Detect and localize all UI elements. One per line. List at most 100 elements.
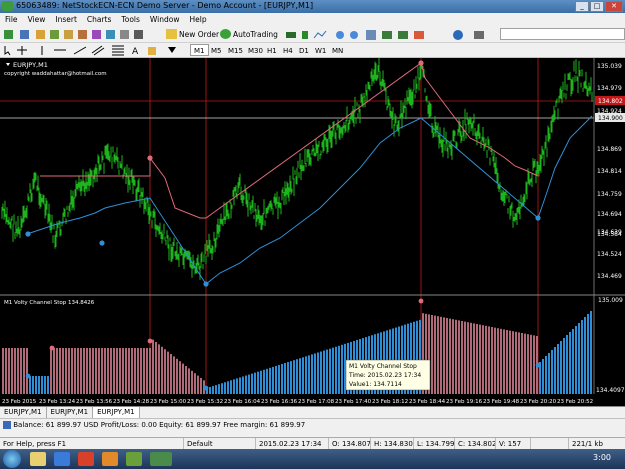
menu-view[interactable]: View	[23, 15, 51, 24]
chart-tab-1[interactable]: EURJPY,M1	[0, 407, 47, 418]
histogram-bar	[191, 370, 193, 394]
minimize-button[interactable]: _	[575, 1, 589, 12]
profiles-icon	[20, 30, 29, 39]
chart-tab-2[interactable]: EURJPY,M1	[47, 407, 94, 418]
histogram-bar	[101, 348, 103, 394]
histogram-bar	[572, 329, 574, 394]
autotrading-icon	[220, 29, 231, 39]
histogram-bar	[482, 325, 484, 394]
timeframe-m1[interactable]: M1	[190, 44, 209, 56]
histogram-bar	[320, 351, 322, 394]
histogram-bar	[245, 375, 247, 394]
histogram-bar	[293, 360, 295, 394]
menu-help[interactable]: Help	[184, 15, 211, 24]
histogram-bar	[161, 346, 163, 394]
indicator-label: M1 Volty Channel Stop 134.8426	[4, 300, 95, 306]
ie-taskbar-icon[interactable]	[54, 452, 70, 466]
timeframe-m5[interactable]: M5	[207, 44, 226, 56]
tile-windows-icon	[366, 30, 376, 40]
chart-window[interactable]: EURJPY,M1 copyright waddahattar@hotmail.…	[0, 58, 625, 406]
histogram-bar	[329, 348, 331, 394]
histogram-bar	[587, 314, 589, 394]
arrows-icon	[168, 47, 176, 53]
histogram-bar	[131, 348, 133, 394]
histogram-bar	[233, 379, 235, 394]
histogram-bar	[323, 350, 325, 394]
standard-toolbar: New Order AutoTrading	[0, 26, 625, 43]
histogram-bar	[263, 369, 265, 394]
histogram-bar	[494, 327, 496, 394]
price-label: 134.694	[597, 211, 622, 218]
histogram-bar	[119, 348, 121, 394]
fibonacci-icon	[112, 45, 124, 56]
time-label: 23 Feb 20:20	[520, 399, 557, 405]
close-button[interactable]: ✕	[605, 1, 623, 12]
trendline-icon	[73, 46, 87, 55]
templates-icon	[474, 31, 484, 39]
new-order-button[interactable]: New Order	[166, 28, 219, 40]
menu-insert[interactable]: Insert	[50, 15, 82, 24]
histogram-dot	[25, 373, 31, 379]
histogram-bar	[566, 335, 568, 394]
histogram-bar	[224, 382, 226, 394]
time-label: 23 Feb 18:44	[409, 399, 446, 405]
chart-canvas[interactable]: EURJPY,M1 copyright waddahattar@hotmail.…	[0, 58, 625, 406]
menu-tools[interactable]: Tools	[116, 15, 144, 24]
histogram-bar	[575, 326, 577, 394]
histogram-bar	[317, 352, 319, 394]
histogram-bar	[524, 333, 526, 394]
time-label: 23 Feb 19:48	[483, 399, 520, 405]
histogram-bar	[479, 324, 481, 394]
copyright-label: copyright waddahattar@hotmail.com	[4, 71, 107, 77]
histogram-bar	[341, 344, 343, 394]
histogram-bar	[509, 330, 511, 394]
histogram-bar	[137, 348, 139, 394]
autotrading-button[interactable]: AutoTrading	[220, 28, 278, 40]
histogram-bar	[59, 348, 61, 394]
account-info-bar: Balance: 61 899.97 USD Profit/Loss: 0.00…	[0, 418, 625, 430]
menu-window[interactable]: Window	[145, 15, 185, 24]
histogram-bar	[122, 348, 124, 394]
metatrader-taskbar-icon[interactable]	[150, 452, 172, 466]
histogram-bar	[554, 347, 556, 394]
histogram-bar	[257, 371, 259, 394]
firefox-taskbar-icon[interactable]	[102, 452, 118, 466]
histogram-bar	[146, 348, 148, 394]
histogram-bar	[179, 361, 181, 394]
menu-file[interactable]: File	[0, 15, 23, 24]
drawing-toolbar: A M1 M5 M15 M30 H1 H4 D1 W1 MN	[0, 43, 625, 58]
media-taskbar-icon[interactable]	[78, 452, 94, 466]
histogram-bar	[434, 315, 436, 394]
start-button[interactable]	[3, 450, 21, 468]
histogram-dot	[535, 362, 541, 368]
search-input[interactable]	[500, 28, 625, 40]
timeframe-mn[interactable]: MN	[328, 44, 347, 56]
chart-tab-3[interactable]: EURJPY,M1	[93, 407, 140, 418]
menu-charts[interactable]: Charts	[82, 15, 117, 24]
price-axis-labels: 135.039134.979134.924134.869134.814134.7…	[597, 63, 622, 280]
histogram-bar	[590, 311, 592, 394]
histogram-bar	[230, 380, 232, 394]
histogram-bar	[134, 348, 136, 394]
histogram-bar	[476, 324, 478, 394]
histogram-bar	[521, 333, 523, 394]
time-label: 23 Feb 14:28	[113, 399, 150, 405]
histogram-bar	[467, 322, 469, 394]
explorer-taskbar-icon[interactable]	[30, 452, 46, 466]
chart-shift-icon	[382, 31, 392, 39]
histogram-bar	[431, 315, 433, 394]
histogram-bar	[98, 348, 100, 394]
app-taskbar-icon[interactable]	[126, 452, 142, 466]
time-label: 23 Feb 17:40	[335, 399, 372, 405]
price-label: 134.869	[597, 146, 622, 153]
signal-dots	[25, 60, 541, 287]
histogram-bar	[242, 376, 244, 394]
time-axis-labels: 23 Feb 2015 23 Feb 13:24 23 Feb 13:56 23 Fe…	[2, 399, 593, 405]
histogram-bar	[152, 339, 154, 394]
histogram-bar	[29, 376, 31, 394]
histogram-bar	[470, 322, 472, 394]
histogram-bar	[314, 353, 316, 394]
maximize-button[interactable]: □	[590, 1, 604, 12]
main-price-pane: EURJPY,M1 copyright waddahattar@hotmail.…	[4, 61, 107, 77]
lower-volty-stop-line	[29, 115, 593, 285]
